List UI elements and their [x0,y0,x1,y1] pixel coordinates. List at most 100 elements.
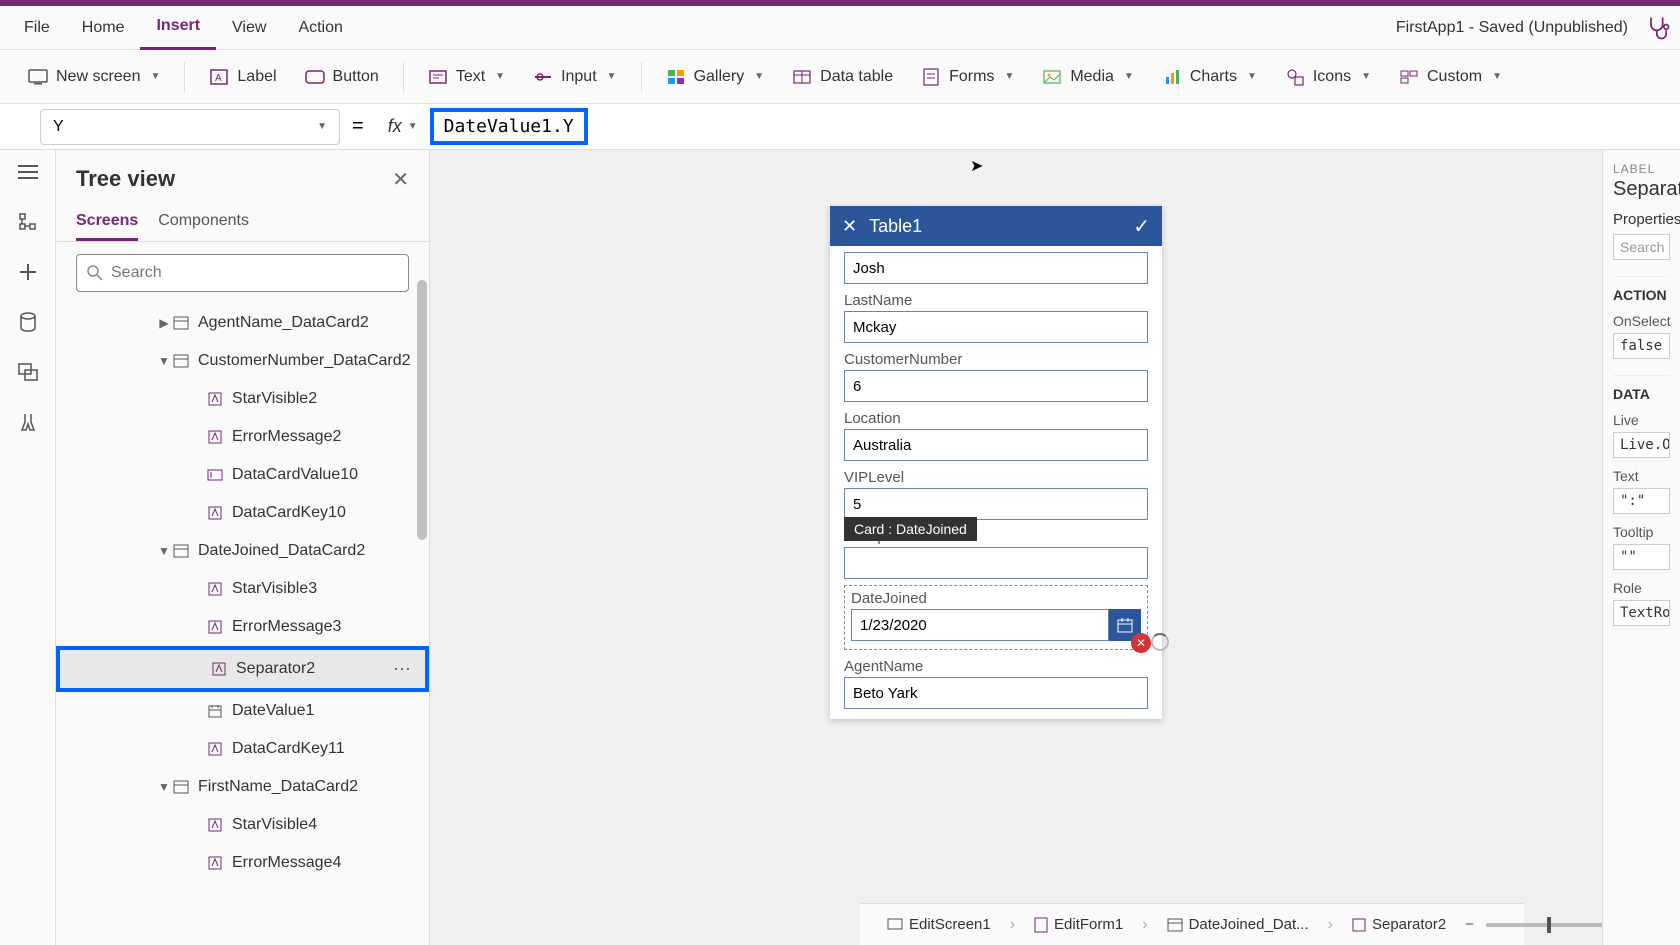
form-preview[interactable]: ✕ Table1 ✓ LastName CustomerNumber Locat… [830,206,1162,719]
hamburger-icon[interactable] [16,160,40,184]
canvas-area[interactable]: ➤ ✕ Table1 ✓ LastName CustomerNumber Loc… [430,150,1602,945]
search-box[interactable] [76,254,409,292]
tree-item-customernumber[interactable]: ▼ CustomerNumber_DataCard2 [56,342,429,380]
crumb-editscreen[interactable]: EditScreen1 [876,911,1002,938]
datejoined-card[interactable]: DateJoined ✕ [844,585,1148,650]
scrollbar-thumb[interactable] [417,280,427,540]
tree-item-datejoined[interactable]: ▼ DateJoined_DataCard2 [56,532,429,570]
crumb-editform[interactable]: EditForm1 [1023,911,1134,938]
add-icon[interactable] [16,260,40,284]
textinput-node-icon [206,466,224,484]
error-badge-icon[interactable]: ✕ [1131,633,1151,653]
new-screen-button[interactable]: New screen ▼ [16,61,172,93]
table-icon [792,67,812,87]
tree-item-datacardkey11[interactable]: DataCardKey11 [56,730,429,768]
zoom-out-button[interactable]: − [1465,916,1474,933]
forms-button[interactable]: Forms ▼ [909,61,1026,93]
charts-icon [1162,67,1182,87]
tree-item-errormessage4[interactable]: ErrorMessage4 [56,844,429,882]
tree-item-errormessage3[interactable]: ErrorMessage3 [56,608,429,646]
onselect-value[interactable]: false [1613,333,1670,359]
menu-action[interactable]: Action [282,6,358,50]
button-icon [305,67,325,87]
menu-insert[interactable]: Insert [140,6,216,50]
chevron-right-icon[interactable]: ▶ [156,316,172,330]
icons-button[interactable]: Icons ▼ [1273,61,1383,93]
search-input[interactable] [111,264,398,282]
menu-file[interactable]: File [8,6,66,50]
tree-item-errormessage2[interactable]: ErrorMessage2 [56,418,429,456]
fx-label[interactable]: fx ▼ [376,116,430,137]
chevron-down-icon: ▼ [495,71,505,82]
chevron-down-icon[interactable]: ▼ [156,354,172,368]
agentname-input[interactable] [844,677,1148,709]
tree-item-firstname[interactable]: ▼ FirstName_DataCard2 [56,768,429,806]
location-input[interactable] [844,429,1148,461]
input-button[interactable]: Input ▼ [521,61,629,93]
data-icon[interactable] [16,310,40,334]
media-rail-icon[interactable] [16,360,40,384]
forms-icon [921,67,941,87]
agentname-label: AgentName [844,658,1148,675]
button-button[interactable]: Button [293,61,391,93]
media-button[interactable]: Media ▼ [1030,61,1145,93]
tab-screens[interactable]: Screens [76,204,138,241]
custom-button[interactable]: Custom ▼ [1387,61,1514,93]
property-selector[interactable]: Y ▼ [40,109,340,145]
chevron-down-icon[interactable]: ▼ [156,544,172,558]
chevron-right-icon: › [1328,916,1333,934]
check-icon[interactable]: ✓ [1133,214,1150,239]
customernumber-input[interactable] [844,370,1148,402]
crumb-datejoined[interactable]: DateJoined_Dat... [1156,911,1320,938]
label-button[interactable]: A Label [197,61,288,93]
charts-button[interactable]: Charts ▼ [1150,61,1269,93]
divider [403,62,404,92]
datejoined-input[interactable] [851,609,1109,641]
icons-icon [1285,67,1305,87]
tree-item-label: ErrorMessage3 [232,618,341,636]
props-search[interactable]: Search for [1613,234,1670,260]
diagnostics-icon[interactable] [1644,14,1672,42]
lastname-input[interactable] [844,311,1148,343]
live-value[interactable]: Live.Off [1613,432,1670,458]
role-value[interactable]: TextRole [1613,600,1670,626]
zoom-slider[interactable] [1486,923,1602,927]
viplevel-input[interactable] [844,488,1148,520]
onselect-label: OnSelect [1613,313,1670,329]
card-icon [172,352,190,370]
label-icon: A [209,67,229,87]
more-icon[interactable]: ⋯ [393,659,413,680]
tree-item-starvisible4[interactable]: StarVisible4 [56,806,429,844]
tab-components[interactable]: Components [158,204,249,241]
tools-icon[interactable] [16,410,40,434]
label-node-icon [1352,918,1366,932]
tree-item-datevalue1[interactable]: DateValue1 [56,692,429,730]
firstname-input[interactable] [844,252,1148,284]
tree-item-datacardkey10[interactable]: DataCardKey10 [56,494,429,532]
data-table-button[interactable]: Data table [780,61,905,93]
zoom-thumb[interactable] [1547,917,1551,933]
menu-home[interactable]: Home [66,6,141,50]
tooltip-prop-label: Tooltip [1613,524,1670,540]
properties-tab[interactable]: Properties [1613,211,1670,228]
close-icon[interactable]: ✕ [392,167,409,192]
tree-item-starvisible3[interactable]: StarVisible3 [56,570,429,608]
tree-item-starvisible2[interactable]: StarVisible2 [56,380,429,418]
gallery-button[interactable]: Gallery ▼ [654,61,777,93]
passport-input[interactable] [844,547,1148,579]
chevron-down-icon[interactable]: ▼ [156,780,172,794]
tooltip-prop-value[interactable]: "" [1613,544,1670,570]
formula-input[interactable]: DateValue1.Y [444,116,574,137]
tree-item-agentname[interactable]: ▶ AgentName_DataCard2 [56,304,429,342]
menu-view[interactable]: View [216,6,282,50]
tree-item-datacardvalue10[interactable]: DataCardValue10 [56,456,429,494]
text-prop-value[interactable]: ":" [1613,488,1670,514]
tree-item-label: DateJoined_DataCard2 [198,542,365,560]
close-icon[interactable]: ✕ [842,216,857,237]
tree-view-icon[interactable] [16,210,40,234]
tree-item-separator2[interactable]: Separator2 ⋯ [60,650,425,688]
text-button[interactable]: Text ▼ [416,61,517,93]
formula-highlight: DateValue1.Y [430,108,588,145]
crumb-separator[interactable]: Separator2 [1341,911,1457,938]
crumb-label: Separator2 [1372,916,1446,933]
